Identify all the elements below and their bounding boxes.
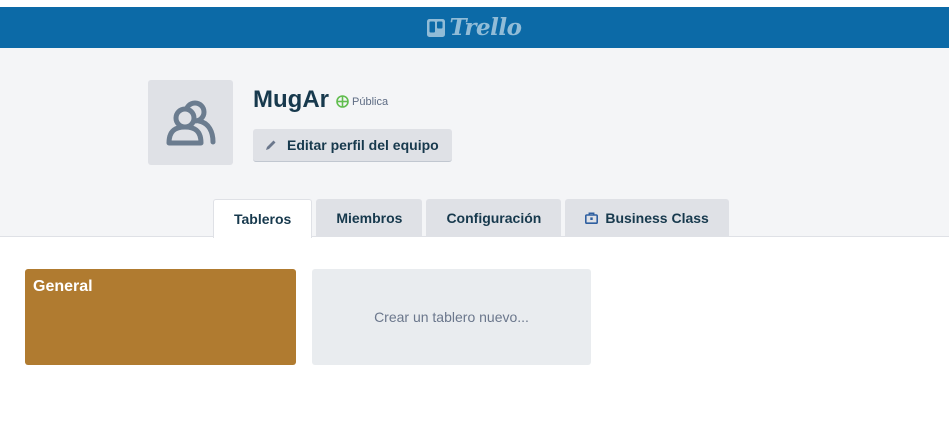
visibility-label: Pública: [352, 95, 389, 108]
create-new-board-tile[interactable]: Crear un tablero nuevo...: [312, 269, 591, 365]
tab-business-class[interactable]: Business Class: [565, 199, 729, 237]
tab-label: Business Class: [605, 210, 709, 226]
trello-logo[interactable]: Trello: [427, 14, 522, 41]
globe-icon: [336, 95, 349, 108]
team-avatar: [148, 80, 233, 165]
edit-team-profile-label: Editar perfil del equipo: [287, 137, 439, 153]
tab-label: Configuración: [446, 210, 542, 226]
team-profile-section: MugAr Pública Editar perfil del equipo T…: [0, 48, 949, 238]
team-icon: [166, 100, 215, 145]
edit-team-profile-button[interactable]: Editar perfil del equipo: [253, 129, 452, 162]
logo-text: Trello: [449, 14, 522, 41]
team-name: MugAr: [253, 86, 329, 113]
team-tabs: Tableros Miembros Configuración Business…: [213, 199, 729, 238]
trello-board-icon: [427, 18, 446, 37]
header-bar: Trello: [0, 7, 949, 48]
tab-configuracion[interactable]: Configuración: [426, 199, 562, 237]
visibility-badge: Pública: [336, 95, 388, 108]
tab-label: Miembros: [336, 210, 403, 226]
create-new-board-label: Crear un tablero nuevo...: [374, 309, 529, 325]
board-tile-general[interactable]: General: [25, 269, 296, 365]
tab-label: Tableros: [234, 211, 292, 227]
tab-miembros[interactable]: Miembros: [316, 199, 423, 237]
board-title: General: [33, 278, 93, 295]
tab-tableros[interactable]: Tableros: [213, 199, 313, 238]
pencil-icon: [266, 140, 276, 150]
top-strip: [0, 0, 949, 7]
briefcase-icon: [585, 212, 599, 224]
